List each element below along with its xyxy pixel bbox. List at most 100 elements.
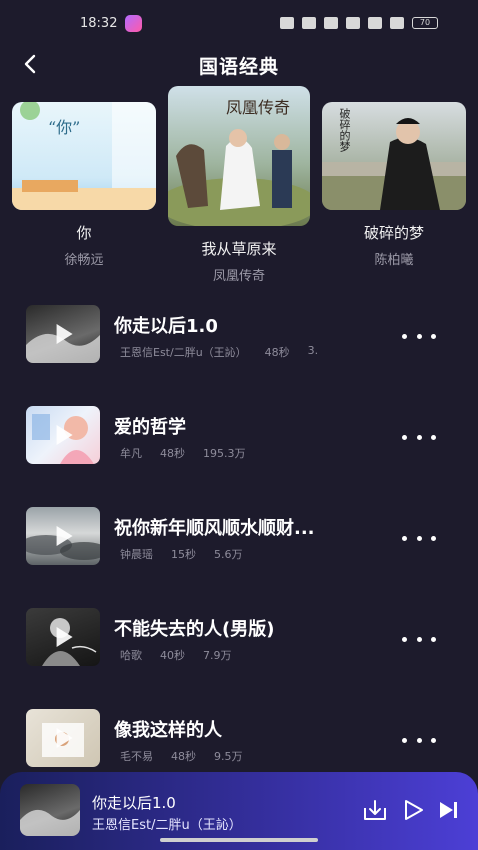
song-meta: 哈歌 40秒 7.9万 — [120, 647, 250, 663]
status-icons: 70 — [280, 17, 438, 29]
album-cover-text: 凤凰传奇 — [226, 98, 291, 117]
hd-icon — [346, 17, 360, 29]
song-duration: 48秒 — [160, 447, 185, 460]
more-button[interactable] — [402, 329, 436, 343]
song-thumbnail[interactable] — [26, 305, 100, 363]
song-play-count: 7.9万 — [203, 649, 232, 662]
song-artist: 钟晨瑶 — [120, 548, 153, 561]
vibrate-icon — [302, 17, 316, 29]
song-row[interactable]: 祝你新年顺风顺水顺财... 钟晨瑶 15秒 5.6万 — [0, 498, 478, 599]
more-dot — [416, 333, 422, 339]
song-meta: 钟晨瑶 15秒 5.6万 — [120, 546, 261, 562]
song-thumbnail[interactable] — [26, 709, 100, 767]
player-artist: 王恩信Est/二胖u（王訫） — [92, 818, 242, 833]
song-artist: 王恩信Est/二胖u（王訫） — [120, 346, 247, 359]
album-artist: 徐畅远 — [64, 253, 104, 268]
album-cover: “你” — [12, 102, 156, 210]
song-thumbnail[interactable] — [26, 608, 100, 666]
status-bar: 18:32 70 — [0, 0, 478, 46]
more-dot — [431, 636, 436, 642]
album-name: 你 — [76, 224, 92, 242]
player-cover-art — [20, 809, 80, 836]
song-title: 不能失去的人(男版) — [114, 619, 275, 640]
song-duration: 48秒 — [264, 346, 290, 359]
bluetooth-icon — [324, 17, 338, 29]
nfc-icon — [280, 17, 294, 29]
wifi-icon — [368, 17, 382, 29]
song-play-count: 3. — [307, 344, 319, 357]
album-artist: 陈柏曦 — [374, 253, 414, 268]
song-play-count: 9.5万 — [214, 750, 243, 763]
header: 国语经典 — [0, 44, 478, 84]
more-button[interactable] — [402, 531, 436, 545]
more-horizontal-icon — [402, 434, 407, 440]
song-artist: 牟凡 — [120, 447, 142, 460]
more-button[interactable] — [402, 632, 436, 646]
song-meta: 王恩信Est/二胖u（王訫） 48秒 3. — [120, 344, 336, 360]
song-meta: 毛不易 48秒 9.5万 — [120, 748, 261, 764]
skip-next-icon — [440, 802, 457, 818]
more-horizontal-icon — [402, 535, 407, 541]
song-title: 爱的哲学 — [114, 417, 186, 438]
page-title: 国语经典 — [198, 56, 279, 78]
player-title: 你走以后1.0 — [92, 794, 176, 812]
more-button[interactable] — [402, 733, 436, 747]
song-title: 像我这样的人 — [114, 720, 222, 741]
play-icon — [405, 800, 423, 820]
more-button[interactable] — [402, 430, 436, 444]
status-time: 18:32 — [80, 15, 118, 31]
album-card[interactable]: “你” 你 徐畅远 — [12, 102, 156, 268]
more-dot — [416, 636, 422, 642]
more-dot — [431, 434, 436, 440]
play-icon — [56, 728, 73, 748]
more-horizontal-icon — [402, 636, 407, 642]
album-cover: 凤凰传奇 — [168, 86, 310, 226]
song-row[interactable]: 爱的哲学 牟凡 48秒 195.3万 — [0, 397, 478, 498]
song-row[interactable]: 不能失去的人(男版) 哈歌 40秒 7.9万 — [0, 599, 478, 700]
player-cover[interactable] — [20, 784, 80, 836]
song-list: 你走以后1.0 王恩信Est/二胖u（王訫） 48秒 3. 爱的哲学 牟凡 48… — [0, 296, 478, 801]
song-duration: 40秒 — [160, 649, 185, 662]
song-title: 你走以后1.0 — [114, 316, 218, 337]
album-cover-text: “你” — [48, 118, 81, 137]
song-meta: 牟凡 48秒 195.3万 — [120, 445, 264, 461]
more-dot — [416, 434, 422, 440]
song-play-count: 5.6万 — [214, 548, 243, 561]
next-button[interactable] — [436, 798, 462, 822]
album-artist: 凤凰传奇 — [212, 269, 265, 284]
more-dot — [416, 737, 422, 743]
more-dot — [416, 535, 422, 541]
play-button[interactable] — [400, 798, 426, 822]
song-duration: 48秒 — [171, 750, 196, 763]
more-dot — [431, 535, 436, 541]
album-cover-text: 破碎的梦 — [338, 108, 351, 152]
album-cover: 破碎的梦 — [322, 102, 466, 210]
album-card[interactable]: 凤凰传奇 我从草原来 凤凰传奇 — [168, 86, 310, 284]
album-cover-art — [12, 102, 156, 210]
album-name: 破碎的梦 — [363, 224, 424, 242]
more-horizontal-icon — [402, 333, 407, 339]
album-card[interactable]: 破碎的梦 破碎的梦 陈柏曦 — [322, 102, 466, 268]
download-icon — [364, 800, 386, 820]
app-notification-icon — [125, 14, 143, 32]
song-play-count: 195.3万 — [203, 447, 246, 460]
home-indicator[interactable] — [160, 838, 318, 842]
song-thumbnail[interactable] — [26, 406, 100, 464]
download-button[interactable] — [362, 798, 388, 822]
more-horizontal-icon — [402, 737, 407, 743]
play-icon — [56, 324, 73, 344]
more-dot — [431, 737, 436, 743]
song-artist: 毛不易 — [120, 750, 153, 763]
more-dot — [431, 333, 436, 339]
song-duration: 15秒 — [171, 548, 196, 561]
song-thumbnail[interactable] — [26, 507, 100, 565]
play-icon — [56, 526, 73, 546]
play-icon — [56, 425, 73, 445]
album-name: 我从草原来 — [201, 240, 277, 258]
song-row[interactable]: 你走以后1.0 王恩信Est/二胖u（王訫） 48秒 3. — [0, 296, 478, 397]
play-icon — [56, 627, 73, 647]
battery-icon: 70 — [412, 17, 438, 29]
song-artist: 哈歌 — [120, 649, 142, 662]
song-title: 祝你新年顺风顺水顺财... — [114, 518, 315, 539]
signal-icon — [390, 17, 404, 29]
